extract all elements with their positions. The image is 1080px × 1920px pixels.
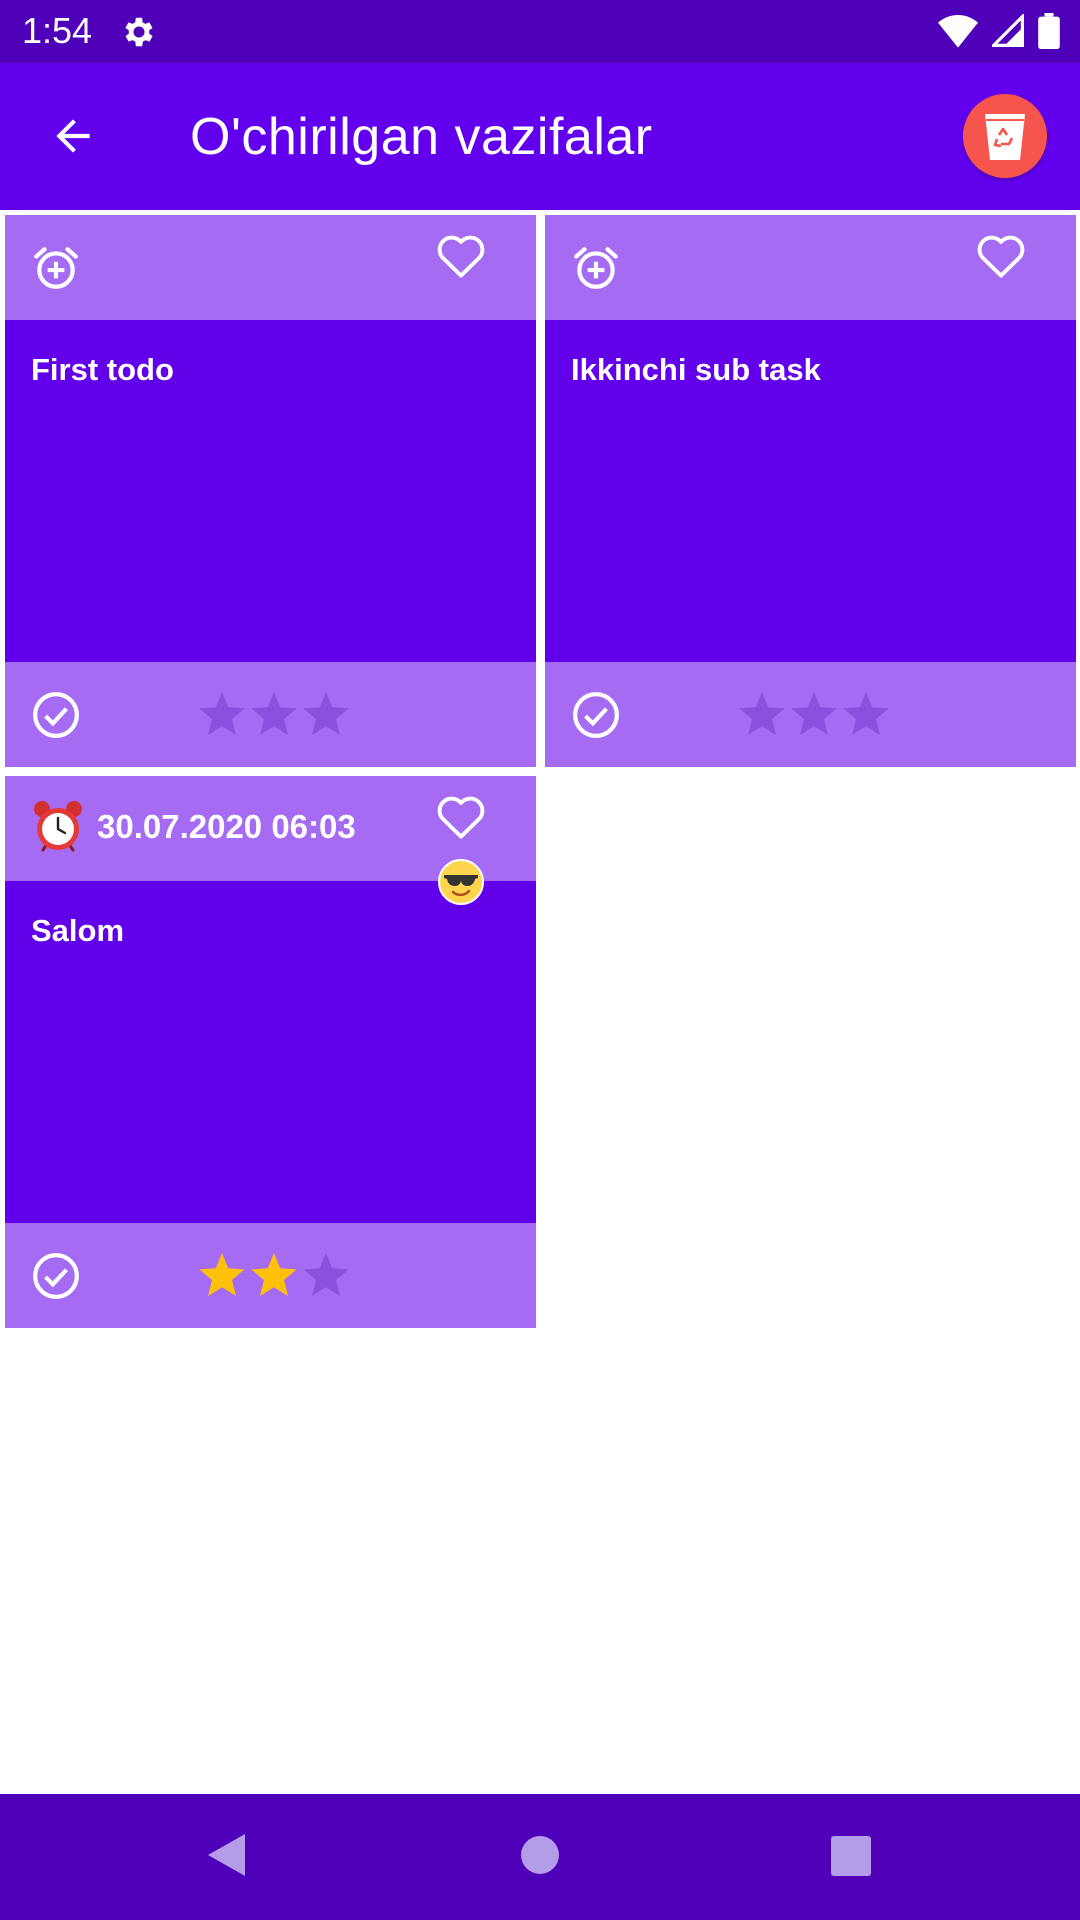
card-title: First todo — [31, 352, 174, 387]
arrow-back-icon — [56, 119, 90, 153]
star-icon[interactable] — [198, 1253, 246, 1299]
settings-icon — [125, 17, 153, 47]
card-body: First todo — [5, 320, 536, 662]
signal-icon — [992, 14, 1024, 47]
heart-outline-icon[interactable] — [975, 231, 1027, 279]
check-circle-icon[interactable] — [31, 1251, 81, 1301]
nav-home-icon[interactable] — [520, 1835, 560, 1875]
card-footer — [545, 662, 1076, 767]
nav-back-icon[interactable] — [205, 1832, 247, 1878]
card-body: Salom — [5, 881, 536, 1223]
todo-card[interactable]: Ikkinchi sub task — [545, 215, 1076, 767]
todo-card[interactable]: First todo — [5, 215, 536, 767]
recycle-bin-icon — [985, 114, 1025, 160]
check-circle-icon[interactable] — [571, 690, 621, 740]
heart-outline-icon[interactable] — [435, 792, 487, 840]
card-title: Salom — [31, 913, 125, 948]
rating-stars[interactable] — [198, 1253, 350, 1299]
star-icon[interactable] — [302, 1253, 350, 1299]
star-icon[interactable] — [738, 692, 786, 738]
card-title: Ikkinchi sub task — [571, 352, 821, 387]
heart-outline-icon[interactable] — [435, 231, 487, 279]
rating-stars[interactable] — [738, 692, 890, 738]
recycle-bin-button[interactable] — [963, 94, 1047, 178]
rating-stars[interactable] — [198, 692, 350, 738]
navigation-bar — [0, 1794, 1080, 1920]
status-time: 1:54 — [22, 10, 93, 51]
battery-icon — [1038, 13, 1060, 49]
card-footer — [5, 662, 536, 767]
page-title: O'chirilgan vazifalar — [190, 108, 653, 166]
status-icons — [938, 13, 1060, 49]
card-footer — [5, 1223, 536, 1328]
alarm-add-icon[interactable] — [31, 243, 81, 293]
star-icon[interactable] — [302, 692, 350, 738]
nav-recents-icon[interactable] — [831, 1836, 871, 1876]
sunglasses-emoji-icon — [438, 859, 484, 905]
alarm-clock-emoji-icon[interactable] — [31, 800, 85, 854]
check-circle-icon[interactable] — [31, 690, 81, 740]
card-body: Ikkinchi sub task — [545, 320, 1076, 662]
app-bar: O'chirilgan vazifalar — [0, 63, 1080, 210]
todo-card[interactable]: 30.07.2020 06:03 Salom — [5, 776, 536, 1328]
status-bar: 1:54 — [0, 0, 1080, 63]
alarm-add-icon[interactable] — [571, 243, 621, 293]
reminder-date: 30.07.2020 06:03 — [97, 808, 356, 845]
star-icon[interactable] — [250, 1253, 298, 1299]
star-icon[interactable] — [250, 692, 298, 738]
star-icon[interactable] — [842, 692, 890, 738]
card-header — [5, 215, 536, 320]
back-button[interactable] — [40, 103, 106, 169]
wifi-icon — [938, 15, 978, 48]
card-header — [545, 215, 1076, 320]
star-icon[interactable] — [198, 692, 246, 738]
star-icon[interactable] — [790, 692, 838, 738]
